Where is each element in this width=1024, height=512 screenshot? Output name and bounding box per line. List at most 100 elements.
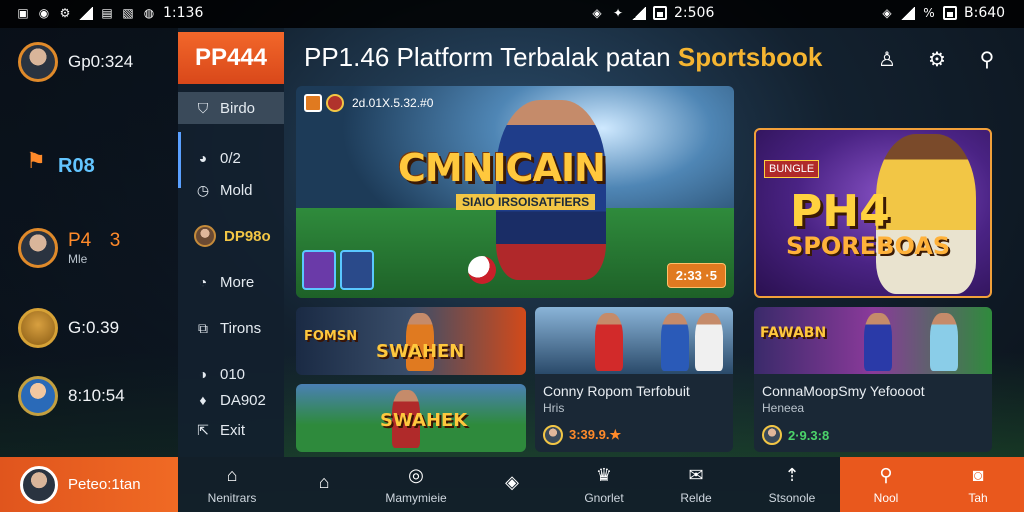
dots-icon: ◔ [198, 274, 208, 290]
brand-logo[interactable]: PP444 [178, 32, 284, 84]
rail-user-3[interactable]: P4 3 Mle [18, 228, 120, 268]
signal-icon [632, 6, 646, 20]
player-figure [876, 134, 976, 294]
notification-icon: ▣ [17, 6, 29, 20]
menu-item-profile[interactable]: DP98o [178, 220, 284, 252]
nav-item-home[interactable]: ⌂ Nenitrars [186, 457, 278, 512]
compass-icon: ◈ [505, 472, 519, 492]
nav-item-compass[interactable]: ◈ [466, 457, 558, 512]
menu-item-mold[interactable]: ◷ Mold [178, 174, 284, 206]
search-icon: ⚲ [879, 465, 893, 485]
tile-label: SWAHEK [380, 410, 468, 431]
rail-amount: R08 [58, 154, 95, 177]
thumb[interactable] [340, 250, 374, 290]
settings-icon[interactable]: ⚙ [924, 46, 950, 72]
user-icon[interactable]: ♙ [874, 46, 900, 72]
menu-label: Birdo [220, 99, 256, 117]
game-tile[interactable]: SWAHEK [296, 384, 526, 452]
status-time-mid: 2:506 [674, 5, 715, 21]
avatar [18, 376, 58, 416]
rail-user-5[interactable]: 8:10:54 [18, 376, 125, 416]
menu-item-chat[interactable]: ◕ 0/2 [178, 142, 284, 174]
image-icon: ▧ [122, 6, 134, 20]
nav-label: Gnorlet [584, 490, 624, 505]
shield-icon: ◈ [592, 6, 602, 20]
nav-item-chat[interactable]: ✉ Relde [650, 457, 742, 512]
player-figure [930, 313, 958, 371]
menu-label: 010 [220, 365, 246, 383]
nav-item-signal[interactable]: ⇡ Stsonole [746, 457, 838, 512]
ticket-icon: ⧉ [198, 319, 208, 336]
menu-label: DP98o [224, 227, 271, 245]
menu-label: Exit [220, 421, 246, 439]
rail-user-3-text: P4 3 Mle [68, 230, 120, 266]
status-mid: ◈ ✦ 2:506 [590, 5, 714, 21]
globe-icon: ◍ [143, 6, 155, 20]
hero-thumbnails [302, 250, 374, 290]
avatar [20, 465, 58, 504]
player-figure [661, 313, 689, 371]
rail-user-2[interactable]: ⚑ R08 [24, 150, 95, 178]
app-icon [304, 94, 322, 112]
menu-column: PP444 ⛉ Birdo ◕ 0/2 ◷ Mold DP98o ◔ More … [178, 28, 284, 457]
alarm-icon: ◉ [38, 6, 50, 20]
menu-item-birdo[interactable]: ⛉ Birdo [178, 92, 284, 124]
menu-item-more[interactable]: ◔ More [178, 266, 284, 298]
hero-top-text: 2d.01X.5.32.#0 [352, 96, 434, 110]
card-badge: BUNGLE [764, 160, 820, 178]
hero-banner[interactable]: 2d.01X.5.32.#0 CMNICAIN SIAIO IRSOISATFI… [296, 86, 734, 298]
menu-item-exit[interactable]: ⇱ Exit [178, 414, 284, 446]
menu-label: Mold [220, 181, 253, 199]
rail-user-4[interactable]: G:0.39 [18, 308, 119, 348]
nav-label: Tah [968, 490, 988, 505]
search-icon[interactable]: ⚲ [974, 46, 1000, 72]
rail-value: G:0.39 [68, 318, 120, 337]
hero-title: CMNICAIN [398, 146, 606, 190]
target-icon: ◎ [408, 465, 424, 485]
card-subtitle: SPOREBOAS [786, 232, 951, 260]
player-figure [864, 313, 892, 371]
menu-item-tirons[interactable]: ⧉ Tirons [178, 312, 284, 344]
menu-label: 0/2 [220, 149, 241, 167]
match-card[interactable]: FAWABN ConnaMoopSmy Yefoooot Heneea 2·9.… [754, 307, 992, 452]
profile-name: Peteo:1tan [68, 476, 141, 493]
house-icon: ⌂ [318, 472, 330, 492]
avatar [18, 42, 58, 82]
player-figure [695, 313, 723, 371]
stat-value: 3:39.9.★ [569, 427, 622, 442]
card-stat: 3:39.9.★ [543, 425, 621, 445]
rail-user-1[interactable]: Gp0:324 [18, 42, 133, 82]
sportsbook-card[interactable]: BUNGLE PH4 SPOREBOAS [754, 128, 992, 298]
match-card[interactable]: Conny Ropom Terfobuit Hris 3:39.9.★ [535, 307, 733, 452]
nav-item-search[interactable]: ⚲ Nool [840, 457, 932, 512]
menu-item-bell[interactable]: ♦ DA902 [178, 384, 284, 416]
profile-button[interactable]: Peteo:1tan [0, 457, 178, 512]
wifi-icon: ✦ [612, 6, 624, 20]
nav-item-trophy[interactable]: ♛ Gnorlet [558, 457, 650, 512]
title-text: PP1.46 Platform Terbalak patan [304, 42, 671, 72]
shield-icon: ⛉ [197, 99, 209, 116]
coin-icon [18, 308, 58, 348]
match-image: FAWABN [754, 307, 992, 374]
nav-label: Nool [873, 490, 899, 505]
clock-icon: ◷ [196, 181, 210, 198]
signal-icon [79, 6, 93, 20]
rail-value: 8:10:54 [68, 386, 125, 405]
camera-icon: ◙ [972, 465, 984, 485]
player-figure [595, 313, 623, 371]
nav-item-camera[interactable]: ◙ Tah [932, 457, 1024, 512]
hero-badge[interactable]: 2:33 ·5 [666, 263, 726, 288]
game-tile[interactable]: FOMSN SWAHEN [296, 307, 526, 375]
battery-icon [943, 6, 957, 20]
nav-item-target[interactable]: ◎ Mamymieie [370, 457, 462, 512]
thumb[interactable] [302, 250, 336, 290]
status-time-right: B:640 [964, 5, 1006, 21]
avatar [762, 425, 782, 445]
bell-icon: ♦ [199, 392, 207, 408]
nav-item-house[interactable]: ⌂ [278, 457, 370, 512]
exit-icon: ⇱ [197, 421, 209, 438]
avatar [543, 425, 563, 445]
player-figure [496, 100, 606, 280]
tile-label-2: FOMSN [304, 329, 358, 344]
match-image [535, 307, 733, 374]
